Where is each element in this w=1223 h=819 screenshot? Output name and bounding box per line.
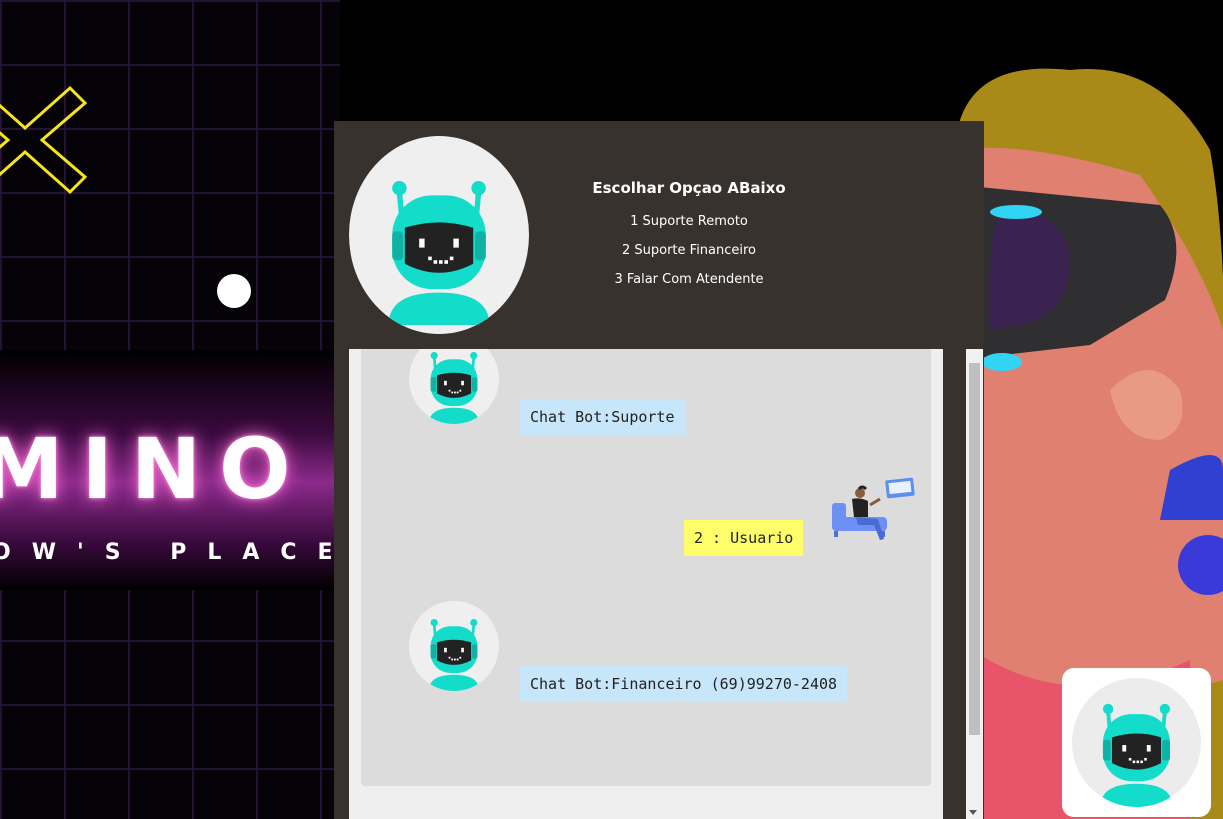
launcher-avatar: [1072, 678, 1201, 807]
x-shape-decoration: [0, 85, 88, 195]
chatbot-window: Escolhar Opçao ABaixo 1 Suporte Remoto 2…: [334, 121, 984, 819]
user-avatar-icon: [832, 477, 915, 540]
background-title: MINO: [0, 420, 309, 518]
bot-avatar: [409, 349, 499, 424]
option-remote-support[interactable]: 1 Suporte Remoto: [574, 207, 804, 236]
robot-icon: [427, 350, 481, 424]
bot-message: Chat Bot:Financeiro (69)99270-2408: [520, 666, 848, 702]
menu-title: Escolhar Opçao ABaixo: [592, 179, 786, 197]
white-dot-decoration: [217, 274, 251, 308]
chatbot-launcher-button[interactable]: [1062, 668, 1211, 817]
scrollbar-thumb[interactable]: [969, 363, 980, 735]
robot-icon: [1098, 701, 1175, 807]
bot-message: Chat Bot:Suporte: [520, 399, 685, 435]
bot-avatar: [409, 601, 499, 691]
robot-icon: [349, 136, 529, 334]
user-message: 2 : Usuario: [684, 520, 804, 556]
menu-options: Escolhar Opçao ABaixo 1 Suporte Remoto 2…: [574, 179, 804, 294]
background-grid: MINO OW'S PLACE: [0, 0, 340, 819]
chat-message-list: Chat Bot:Suporte 2 : Usuario Chat Bot:Fi…: [361, 349, 931, 786]
chat-messages-area[interactable]: Chat Bot:Suporte 2 : Usuario Chat Bot:Fi…: [349, 349, 943, 819]
option-talk-to-agent[interactable]: 3 Falar Com Atendente: [574, 265, 804, 294]
robot-icon: [427, 617, 481, 691]
option-financial-support[interactable]: 2 Suporte Financeiro: [574, 236, 804, 265]
header-robot-avatar: [349, 136, 529, 334]
chat-scrollbar[interactable]: [966, 349, 983, 819]
background-subtitle: OW'S PLACE: [0, 540, 340, 565]
chat-header: Escolhar Opçao ABaixo 1 Suporte Remoto 2…: [334, 121, 984, 349]
scroll-down-arrow-icon[interactable]: [969, 810, 977, 815]
